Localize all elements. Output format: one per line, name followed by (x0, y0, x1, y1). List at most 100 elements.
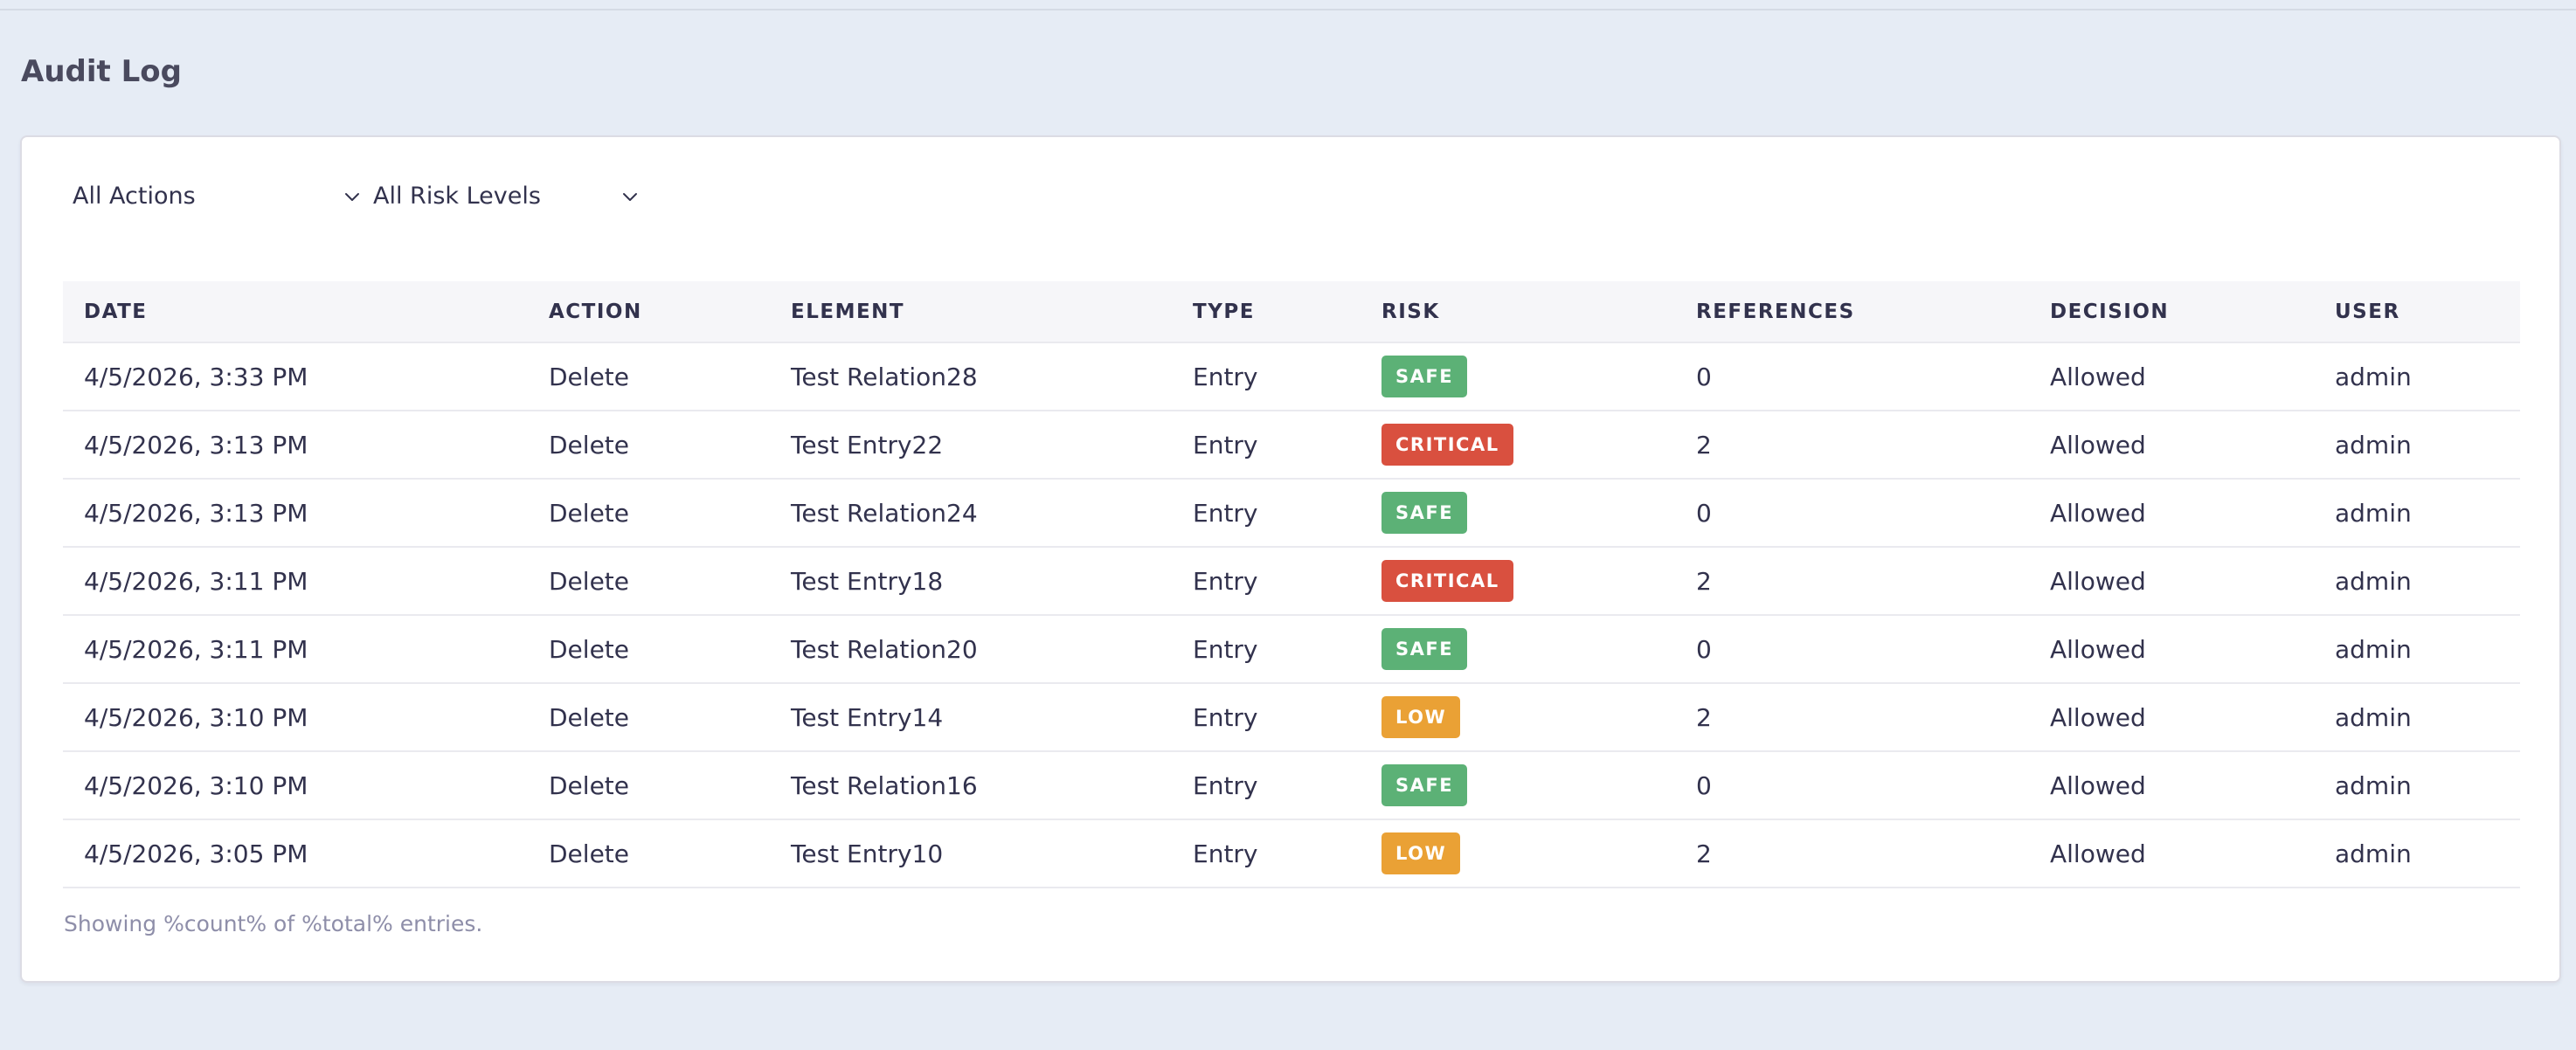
cell-date: 4/5/2026, 3:11 PM (63, 615, 528, 684)
column-header-action[interactable]: ACTION (528, 281, 770, 343)
risk-badge: LOW (1381, 696, 1461, 738)
action-filter-value: All Actions (73, 183, 196, 210)
table-row[interactable]: 4/5/2026, 3:13 PM Delete Test Relation24… (63, 479, 2520, 548)
cell-decision: Allowed (2029, 479, 2314, 548)
cell-references: 2 (1675, 683, 2029, 752)
risk-badge: CRITICAL (1381, 560, 1513, 602)
cell-action: Delete (528, 547, 770, 616)
cell-element: Test Entry10 (770, 819, 1172, 888)
cell-decision: Allowed (2029, 751, 2314, 820)
column-header-element[interactable]: ELEMENT (770, 281, 1172, 343)
table-row[interactable]: 4/5/2026, 3:13 PM Delete Test Entry22 En… (63, 411, 2520, 480)
cell-decision: Allowed (2029, 342, 2314, 411)
risk-filter-select[interactable]: All Risk Levels (371, 183, 642, 210)
table-row[interactable]: 4/5/2026, 3:05 PM Delete Test Entry10 En… (63, 819, 2520, 888)
cell-action: Delete (528, 479, 770, 548)
cell-user: admin (2314, 547, 2520, 616)
cell-references: 0 (1675, 342, 2029, 411)
cell-element: Test Entry14 (770, 683, 1172, 752)
cell-user: admin (2314, 683, 2520, 752)
risk-badge: LOW (1381, 832, 1461, 874)
risk-badge: SAFE (1381, 764, 1468, 806)
cell-type: Entry (1172, 683, 1361, 752)
audit-log-table: DATE ACTION ELEMENT TYPE RISK REFERENCES… (63, 281, 2520, 888)
cell-user: admin (2314, 342, 2520, 411)
cell-element: Test Relation20 (770, 615, 1172, 684)
cell-risk: SAFE (1361, 479, 1675, 548)
cell-user: admin (2314, 411, 2520, 480)
table-row[interactable]: 4/5/2026, 3:11 PM Delete Test Relation20… (63, 615, 2520, 684)
chevron-down-icon (623, 192, 637, 201)
cell-element: Test Relation28 (770, 342, 1172, 411)
audit-log-card: All Actions All Risk Levels DATE ACTION … (20, 135, 2561, 983)
cell-risk: CRITICAL (1361, 411, 1675, 480)
page-title: Audit Log (21, 54, 182, 89)
cell-action: Delete (528, 342, 770, 411)
cell-type: Entry (1172, 819, 1361, 888)
column-header-type[interactable]: TYPE (1172, 281, 1361, 343)
cell-references: 2 (1675, 547, 2029, 616)
cell-action: Delete (528, 683, 770, 752)
cell-references: 0 (1675, 751, 2029, 820)
cell-risk: LOW (1361, 819, 1675, 888)
cell-user: admin (2314, 615, 2520, 684)
risk-badge: SAFE (1381, 356, 1468, 397)
column-header-user[interactable]: USER (2314, 281, 2520, 343)
cell-decision: Allowed (2029, 547, 2314, 616)
cell-date: 4/5/2026, 3:10 PM (63, 751, 528, 820)
cell-decision: Allowed (2029, 615, 2314, 684)
filter-bar: All Actions All Risk Levels (71, 183, 642, 210)
table-row[interactable]: 4/5/2026, 3:10 PM Delete Test Entry14 En… (63, 683, 2520, 752)
top-divider (0, 9, 2576, 10)
cell-type: Entry (1172, 411, 1361, 480)
cell-references: 0 (1675, 615, 2029, 684)
chevron-down-icon (345, 192, 359, 201)
cell-user: admin (2314, 479, 2520, 548)
cell-date: 4/5/2026, 3:13 PM (63, 411, 528, 480)
risk-filter-value: All Risk Levels (373, 183, 541, 210)
cell-action: Delete (528, 615, 770, 684)
cell-risk: CRITICAL (1361, 547, 1675, 616)
cell-type: Entry (1172, 479, 1361, 548)
cell-element: Test Relation16 (770, 751, 1172, 820)
cell-date: 4/5/2026, 3:10 PM (63, 683, 528, 752)
cell-type: Entry (1172, 751, 1361, 820)
action-filter-select[interactable]: All Actions (71, 183, 364, 210)
table-header-row: DATE ACTION ELEMENT TYPE RISK REFERENCES… (63, 281, 2520, 343)
cell-risk: SAFE (1361, 342, 1675, 411)
cell-risk: SAFE (1361, 751, 1675, 820)
entries-count-note: Showing %count% of %total% entries. (64, 911, 483, 936)
cell-references: 2 (1675, 819, 2029, 888)
cell-type: Entry (1172, 342, 1361, 411)
cell-references: 0 (1675, 479, 2029, 548)
risk-badge: SAFE (1381, 628, 1468, 670)
cell-element: Test Relation24 (770, 479, 1172, 548)
cell-risk: LOW (1361, 683, 1675, 752)
column-header-references[interactable]: REFERENCES (1675, 281, 2029, 343)
risk-badge: SAFE (1381, 492, 1468, 534)
risk-badge: CRITICAL (1381, 424, 1513, 466)
cell-element: Test Entry18 (770, 547, 1172, 616)
cell-element: Test Entry22 (770, 411, 1172, 480)
cell-action: Delete (528, 819, 770, 888)
table-row[interactable]: 4/5/2026, 3:11 PM Delete Test Entry18 En… (63, 547, 2520, 616)
cell-decision: Allowed (2029, 411, 2314, 480)
table-row[interactable]: 4/5/2026, 3:33 PM Delete Test Relation28… (63, 342, 2520, 411)
table-row[interactable]: 4/5/2026, 3:10 PM Delete Test Relation16… (63, 751, 2520, 820)
cell-date: 4/5/2026, 3:05 PM (63, 819, 528, 888)
cell-date: 4/5/2026, 3:33 PM (63, 342, 528, 411)
cell-references: 2 (1675, 411, 2029, 480)
cell-date: 4/5/2026, 3:13 PM (63, 479, 528, 548)
column-header-decision[interactable]: DECISION (2029, 281, 2314, 343)
cell-type: Entry (1172, 615, 1361, 684)
cell-user: admin (2314, 751, 2520, 820)
cell-date: 4/5/2026, 3:11 PM (63, 547, 528, 616)
audit-log-table-container: DATE ACTION ELEMENT TYPE RISK REFERENCES… (63, 281, 2520, 888)
cell-decision: Allowed (2029, 683, 2314, 752)
cell-user: admin (2314, 819, 2520, 888)
column-header-risk[interactable]: RISK (1361, 281, 1675, 343)
cell-risk: SAFE (1361, 615, 1675, 684)
cell-type: Entry (1172, 547, 1361, 616)
cell-action: Delete (528, 751, 770, 820)
column-header-date[interactable]: DATE (63, 281, 528, 343)
